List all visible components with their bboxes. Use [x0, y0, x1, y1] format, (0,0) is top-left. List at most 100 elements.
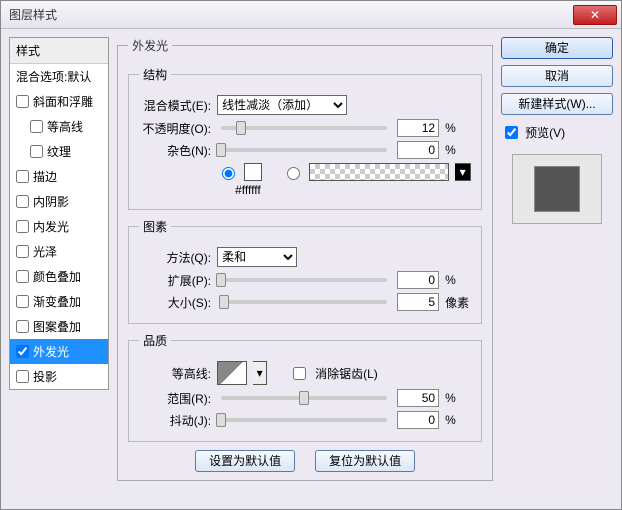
preview-swatch [534, 166, 580, 212]
style-item-checkbox[interactable] [16, 345, 29, 358]
contour-label: 等高线: [139, 365, 211, 382]
outer-glow-group: 外发光 结构 混合模式(E): 线性减淡（添加） 不透明度(O): 12 [117, 37, 493, 481]
style-item[interactable]: 描边 [10, 164, 108, 189]
style-item-checkbox[interactable] [16, 370, 29, 383]
style-item-label: 投影 [33, 368, 57, 385]
color-radio[interactable] [222, 167, 235, 180]
dialog-window: 图层样式 ✕ 样式 混合选项:默认 斜面和浮雕等高线纹理描边内阴影内发光光泽颜色… [0, 0, 622, 510]
spread-label: 扩展(P): [139, 272, 211, 289]
style-item[interactable]: 外发光 [10, 339, 108, 364]
style-item-checkbox[interactable] [16, 170, 29, 183]
style-item-label: 斜面和浮雕 [33, 93, 93, 110]
window-title: 图层样式 [5, 6, 573, 23]
jitter-slider[interactable] [221, 418, 387, 422]
style-item-label: 渐变叠加 [33, 293, 81, 310]
style-item[interactable]: 等高线 [10, 114, 108, 139]
outer-glow-legend: 外发光 [128, 37, 172, 54]
style-item-checkbox[interactable] [16, 95, 29, 108]
gradient-dropdown-icon[interactable]: ▾ [455, 163, 471, 181]
size-unit: 像素 [445, 294, 471, 311]
styles-list: 样式 混合选项:默认 斜面和浮雕等高线纹理描边内阴影内发光光泽颜色叠加渐变叠加图… [9, 37, 109, 390]
style-item[interactable]: 纹理 [10, 139, 108, 164]
close-icon: ✕ [590, 8, 600, 22]
blend-mode-select[interactable]: 线性减淡（添加） [217, 95, 347, 115]
reset-default-button[interactable]: 复位为默认值 [315, 450, 415, 472]
opacity-input[interactable]: 12 [397, 119, 439, 137]
size-slider[interactable] [221, 300, 387, 304]
ok-button[interactable]: 确定 [501, 37, 613, 59]
jitter-unit: % [445, 413, 471, 427]
style-item-checkbox[interactable] [16, 295, 29, 308]
size-input[interactable]: 5 [397, 293, 439, 311]
preview-checkbox[interactable] [505, 126, 518, 139]
jitter-input[interactable]: 0 [397, 411, 439, 429]
style-item-label: 纹理 [47, 143, 71, 160]
style-item[interactable]: 图案叠加 [10, 314, 108, 339]
color-swatch[interactable] [244, 163, 262, 181]
style-item[interactable]: 投影 [10, 364, 108, 389]
titlebar: 图层样式 ✕ [1, 1, 621, 29]
styles-panel: 样式 混合选项:默认 斜面和浮雕等高线纹理描边内阴影内发光光泽颜色叠加渐变叠加图… [9, 37, 109, 501]
jitter-label: 抖动(J): [139, 412, 211, 429]
preview-label: 预览(V) [525, 124, 565, 141]
style-item-label: 内阴影 [33, 193, 69, 210]
style-item-checkbox[interactable] [16, 320, 29, 333]
size-label: 大小(S): [139, 294, 211, 311]
style-item-checkbox[interactable] [16, 245, 29, 258]
action-panel: 确定 取消 新建样式(W)... 预览(V) [501, 37, 613, 501]
style-item-label: 内发光 [33, 218, 69, 235]
noise-slider[interactable] [221, 148, 387, 152]
style-item-checkbox[interactable] [30, 120, 43, 133]
anti-alias-label: 消除锯齿(L) [315, 365, 378, 382]
elements-legend: 图素 [139, 218, 171, 235]
style-item[interactable]: 斜面和浮雕 [10, 89, 108, 114]
noise-label: 杂色(N): [139, 142, 211, 159]
spread-input[interactable]: 0 [397, 271, 439, 289]
range-unit: % [445, 391, 471, 405]
blend-mode-label: 混合模式(E): [139, 97, 211, 114]
style-item-label: 图案叠加 [33, 318, 81, 335]
style-item-checkbox[interactable] [16, 195, 29, 208]
style-item-label: 光泽 [33, 243, 57, 260]
style-item-label: 描边 [33, 168, 57, 185]
settings-panel: 外发光 结构 混合模式(E): 线性减淡（添加） 不透明度(O): 12 [117, 37, 493, 501]
style-item[interactable]: 光泽 [10, 239, 108, 264]
noise-unit: % [445, 143, 471, 157]
contour-dropdown-icon[interactable]: ▾ [253, 361, 267, 385]
style-item[interactable]: 渐变叠加 [10, 289, 108, 314]
technique-select[interactable]: 柔和 [217, 247, 297, 267]
quality-group: 品质 等高线: ▾ 消除锯齿(L) 范围(R): 50 % [128, 332, 482, 442]
opacity-slider[interactable] [221, 126, 387, 130]
range-slider[interactable] [221, 396, 387, 400]
style-item-label: 等高线 [47, 118, 83, 135]
spread-unit: % [445, 273, 471, 287]
new-style-button[interactable]: 新建样式(W)... [501, 93, 613, 115]
gradient-radio[interactable] [287, 167, 300, 180]
style-item[interactable]: 颜色叠加 [10, 264, 108, 289]
gradient-swatch[interactable] [309, 163, 449, 181]
opacity-label: 不透明度(O): [139, 120, 211, 137]
structure-legend: 结构 [139, 66, 171, 83]
style-item[interactable]: 内阴影 [10, 189, 108, 214]
noise-input[interactable]: 0 [397, 141, 439, 159]
range-input[interactable]: 50 [397, 389, 439, 407]
cancel-button[interactable]: 取消 [501, 65, 613, 87]
contour-picker[interactable] [217, 361, 247, 385]
spread-slider[interactable] [221, 278, 387, 282]
technique-label: 方法(Q): [139, 249, 211, 266]
style-item-checkbox[interactable] [16, 270, 29, 283]
structure-group: 结构 混合模式(E): 线性减淡（添加） 不透明度(O): 12 % [128, 66, 482, 210]
style-item-label: 外发光 [33, 343, 69, 360]
blend-options-item[interactable]: 混合选项:默认 [10, 64, 108, 89]
close-button[interactable]: ✕ [573, 5, 617, 25]
quality-legend: 品质 [139, 332, 171, 349]
range-label: 范围(R): [139, 390, 211, 407]
anti-alias-checkbox[interactable] [293, 367, 306, 380]
color-hex-label: #ffffff [235, 183, 261, 197]
preview-box [512, 154, 602, 224]
make-default-button[interactable]: 设置为默认值 [195, 450, 295, 472]
style-item-checkbox[interactable] [30, 145, 43, 158]
elements-group: 图素 方法(Q): 柔和 扩展(P): 0 % 大小(S): [128, 218, 482, 324]
style-item[interactable]: 内发光 [10, 214, 108, 239]
style-item-checkbox[interactable] [16, 220, 29, 233]
